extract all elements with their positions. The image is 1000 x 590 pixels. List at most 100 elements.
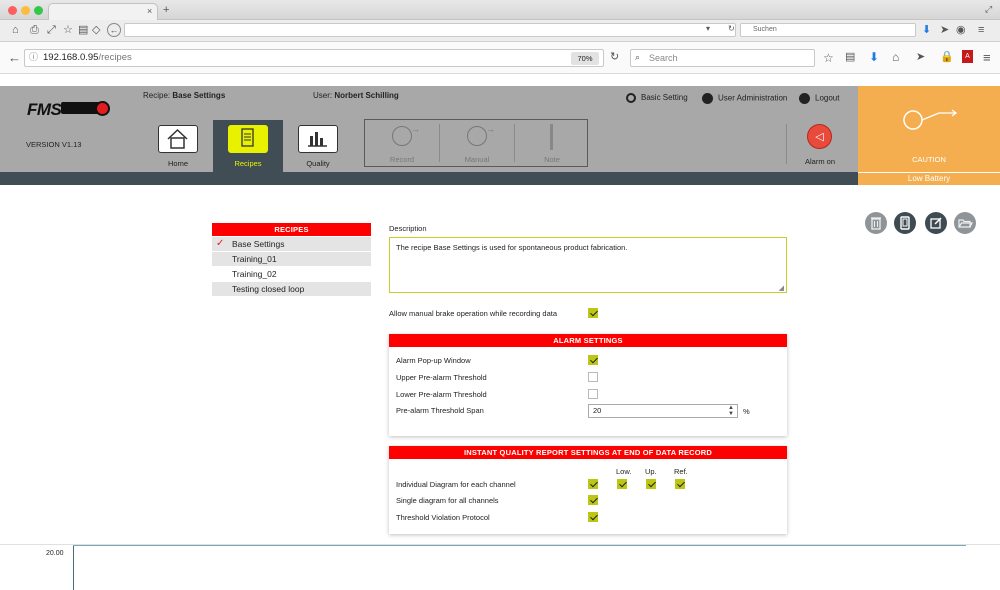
record-button-group: → Record → Manual Note <box>364 119 588 167</box>
bookmark-star-icon[interactable]: ☆ <box>63 25 73 36</box>
nav-home-button[interactable]: Home <box>143 120 213 172</box>
home-button-icon[interactable]: ⌂ <box>892 51 899 63</box>
threshold-violation-checkbox[interactable] <box>588 512 598 522</box>
prealarm-span-unit: % <box>743 407 750 416</box>
manual-arrow-icon: → <box>486 124 495 134</box>
clipboard-icon[interactable]: ▤ <box>78 25 88 36</box>
record-button[interactable]: → Record <box>365 120 439 166</box>
open-button[interactable] <box>954 212 976 234</box>
zoom-level[interactable]: 70% <box>571 52 599 65</box>
user-prefix: User: <box>313 91 333 100</box>
alarm-settings-header: ALARM SETTINGS <box>389 334 787 347</box>
nav-recipes-button[interactable]: Recipes <box>213 120 283 172</box>
close-tab-icon[interactable]: × <box>147 7 152 16</box>
browser-nav-bar: ← ⓘ 192.168.0.95/recipes 70% ↻ ⌕ Search … <box>0 42 1000 74</box>
recipe-label: Recipe: Base Settings <box>143 91 225 100</box>
logo-red-dot <box>95 101 110 116</box>
downloads-icon[interactable]: ⬇ <box>869 51 879 63</box>
upper-prealarm-label: Upper Pre-alarm Threshold <box>396 373 487 382</box>
mini-search-placeholder: Suchen <box>753 26 777 33</box>
reading-list-icon[interactable]: ▤ <box>845 52 855 63</box>
home-icon <box>158 125 198 153</box>
browser-tab[interactable]: × <box>48 3 158 20</box>
pocket-icon[interactable]: ◇ <box>92 25 100 36</box>
lower-prealarm-checkbox[interactable] <box>588 389 598 399</box>
spinner-icon[interactable]: ▲ ▼ <box>728 405 734 417</box>
back-button[interactable]: ← <box>8 51 21 64</box>
recipe-item-label: Training_02 <box>232 269 277 279</box>
maximize-window-button[interactable] <box>34 6 43 15</box>
edit-button[interactable] <box>925 212 947 234</box>
caution-label: CAUTION <box>912 155 946 164</box>
url-bar[interactable]: ⓘ 192.168.0.95/recipes <box>24 49 604 67</box>
home-icon[interactable]: ⌂ <box>12 25 19 36</box>
copy-button[interactable] <box>894 212 916 234</box>
print-icon[interactable]: ⎙ <box>30 25 39 36</box>
user-administration-link[interactable]: User Administration <box>702 93 787 104</box>
mini-url-field[interactable] <box>124 23 736 37</box>
send-tab-icon[interactable]: ➤ <box>916 52 925 63</box>
close-window-button[interactable] <box>8 6 17 15</box>
mini-search-field[interactable]: Suchen <box>740 23 916 37</box>
hamburger-menu-icon[interactable]: ≡ <box>983 51 991 64</box>
manual-brake-checkbox[interactable] <box>588 308 598 318</box>
caution-panel[interactable]: CAUTION <box>858 86 1000 172</box>
basic-setting-link[interactable]: Basic Setting <box>626 93 688 103</box>
single-diagram-checkbox[interactable] <box>588 495 598 505</box>
profile-icon[interactable]: ◉ <box>956 25 966 36</box>
fullscreen-icon[interactable]: ⤢ <box>985 5 992 14</box>
menu-icon[interactable]: ≡ <box>978 25 984 36</box>
send-icon[interactable]: ➤ <box>940 25 949 36</box>
prealarm-span-value: 20 <box>593 406 602 415</box>
edit-icon <box>930 217 942 229</box>
search-placeholder: Search <box>649 53 678 63</box>
alarm-popup-checkbox[interactable] <box>588 355 598 365</box>
resize-icon[interactable]: ⤢ <box>47 25 56 36</box>
ref-threshold-checkbox[interactable] <box>675 479 685 489</box>
manual-button[interactable]: → Manual <box>440 120 514 166</box>
user-icon <box>702 93 713 104</box>
upper-prealarm-checkbox[interactable] <box>588 372 598 382</box>
bookmark-icon[interactable]: ☆ <box>823 52 834 64</box>
copy-icon <box>900 216 910 230</box>
minimize-window-button[interactable] <box>21 6 30 15</box>
note-button[interactable]: Note <box>515 120 589 166</box>
resize-handle-icon[interactable]: ◢ <box>779 284 784 292</box>
up-threshold-checkbox[interactable] <box>646 479 656 489</box>
back-circle-icon[interactable]: ← <box>107 23 121 37</box>
mini-dropdown-icon[interactable]: ▾ <box>706 25 710 33</box>
alarm-button[interactable]: ◁ Alarm on <box>795 120 845 168</box>
nav-quality-button[interactable]: Quality <box>283 120 353 172</box>
individual-diagram-checkbox[interactable] <box>588 479 598 489</box>
recipe-item-training-02[interactable]: Training_02 <box>212 267 371 281</box>
mini-reload-icon[interactable]: ↻ <box>728 25 735 33</box>
search-field[interactable]: ⌕ Search <box>630 49 815 67</box>
delete-button[interactable] <box>865 212 887 234</box>
user-label: User: Norbert Schilling <box>313 91 399 100</box>
single-diagram-label: Single diagram for all channels <box>396 496 499 505</box>
new-tab-button[interactable]: + <box>163 5 169 16</box>
prealarm-span-label: Pre-alarm Threshold Span <box>396 406 484 415</box>
prealarm-span-input[interactable]: 20 ▲ ▼ <box>588 404 738 418</box>
speaker-icon: ◁ <box>807 124 832 149</box>
description-textarea[interactable]: The recipe Base Settings is used for spo… <box>389 237 787 293</box>
record-label: Record <box>389 155 415 164</box>
reload-icon[interactable]: ↻ <box>610 52 619 63</box>
recipe-item-training-01[interactable]: Training_01 <box>212 252 371 266</box>
lock-icon <box>799 93 810 104</box>
low-threshold-checkbox[interactable] <box>617 479 627 489</box>
col-up-label: Up. <box>645 467 657 476</box>
recipe-item-base-settings[interactable]: ✓ Base Settings <box>212 237 371 251</box>
pdf-icon[interactable]: A <box>962 50 973 63</box>
download-icon[interactable]: ⬇ <box>922 25 931 36</box>
logout-link[interactable]: Logout <box>799 93 839 104</box>
lock-addon-icon[interactable]: 🔒 <box>940 52 954 63</box>
recipe-item-label: Base Settings <box>232 239 285 249</box>
recipe-item-testing-closed-loop[interactable]: Testing closed loop <box>212 282 371 296</box>
recipe-prefix: Recipe: <box>143 91 171 100</box>
quality-chart-icon <box>298 125 338 153</box>
version-label: VERSION V1.13 <box>26 140 82 149</box>
site-info-icon[interactable]: ⓘ <box>29 53 38 62</box>
threshold-violation-label: Threshold Violation Protocol <box>396 513 490 522</box>
alarm-settings-card <box>389 334 787 436</box>
